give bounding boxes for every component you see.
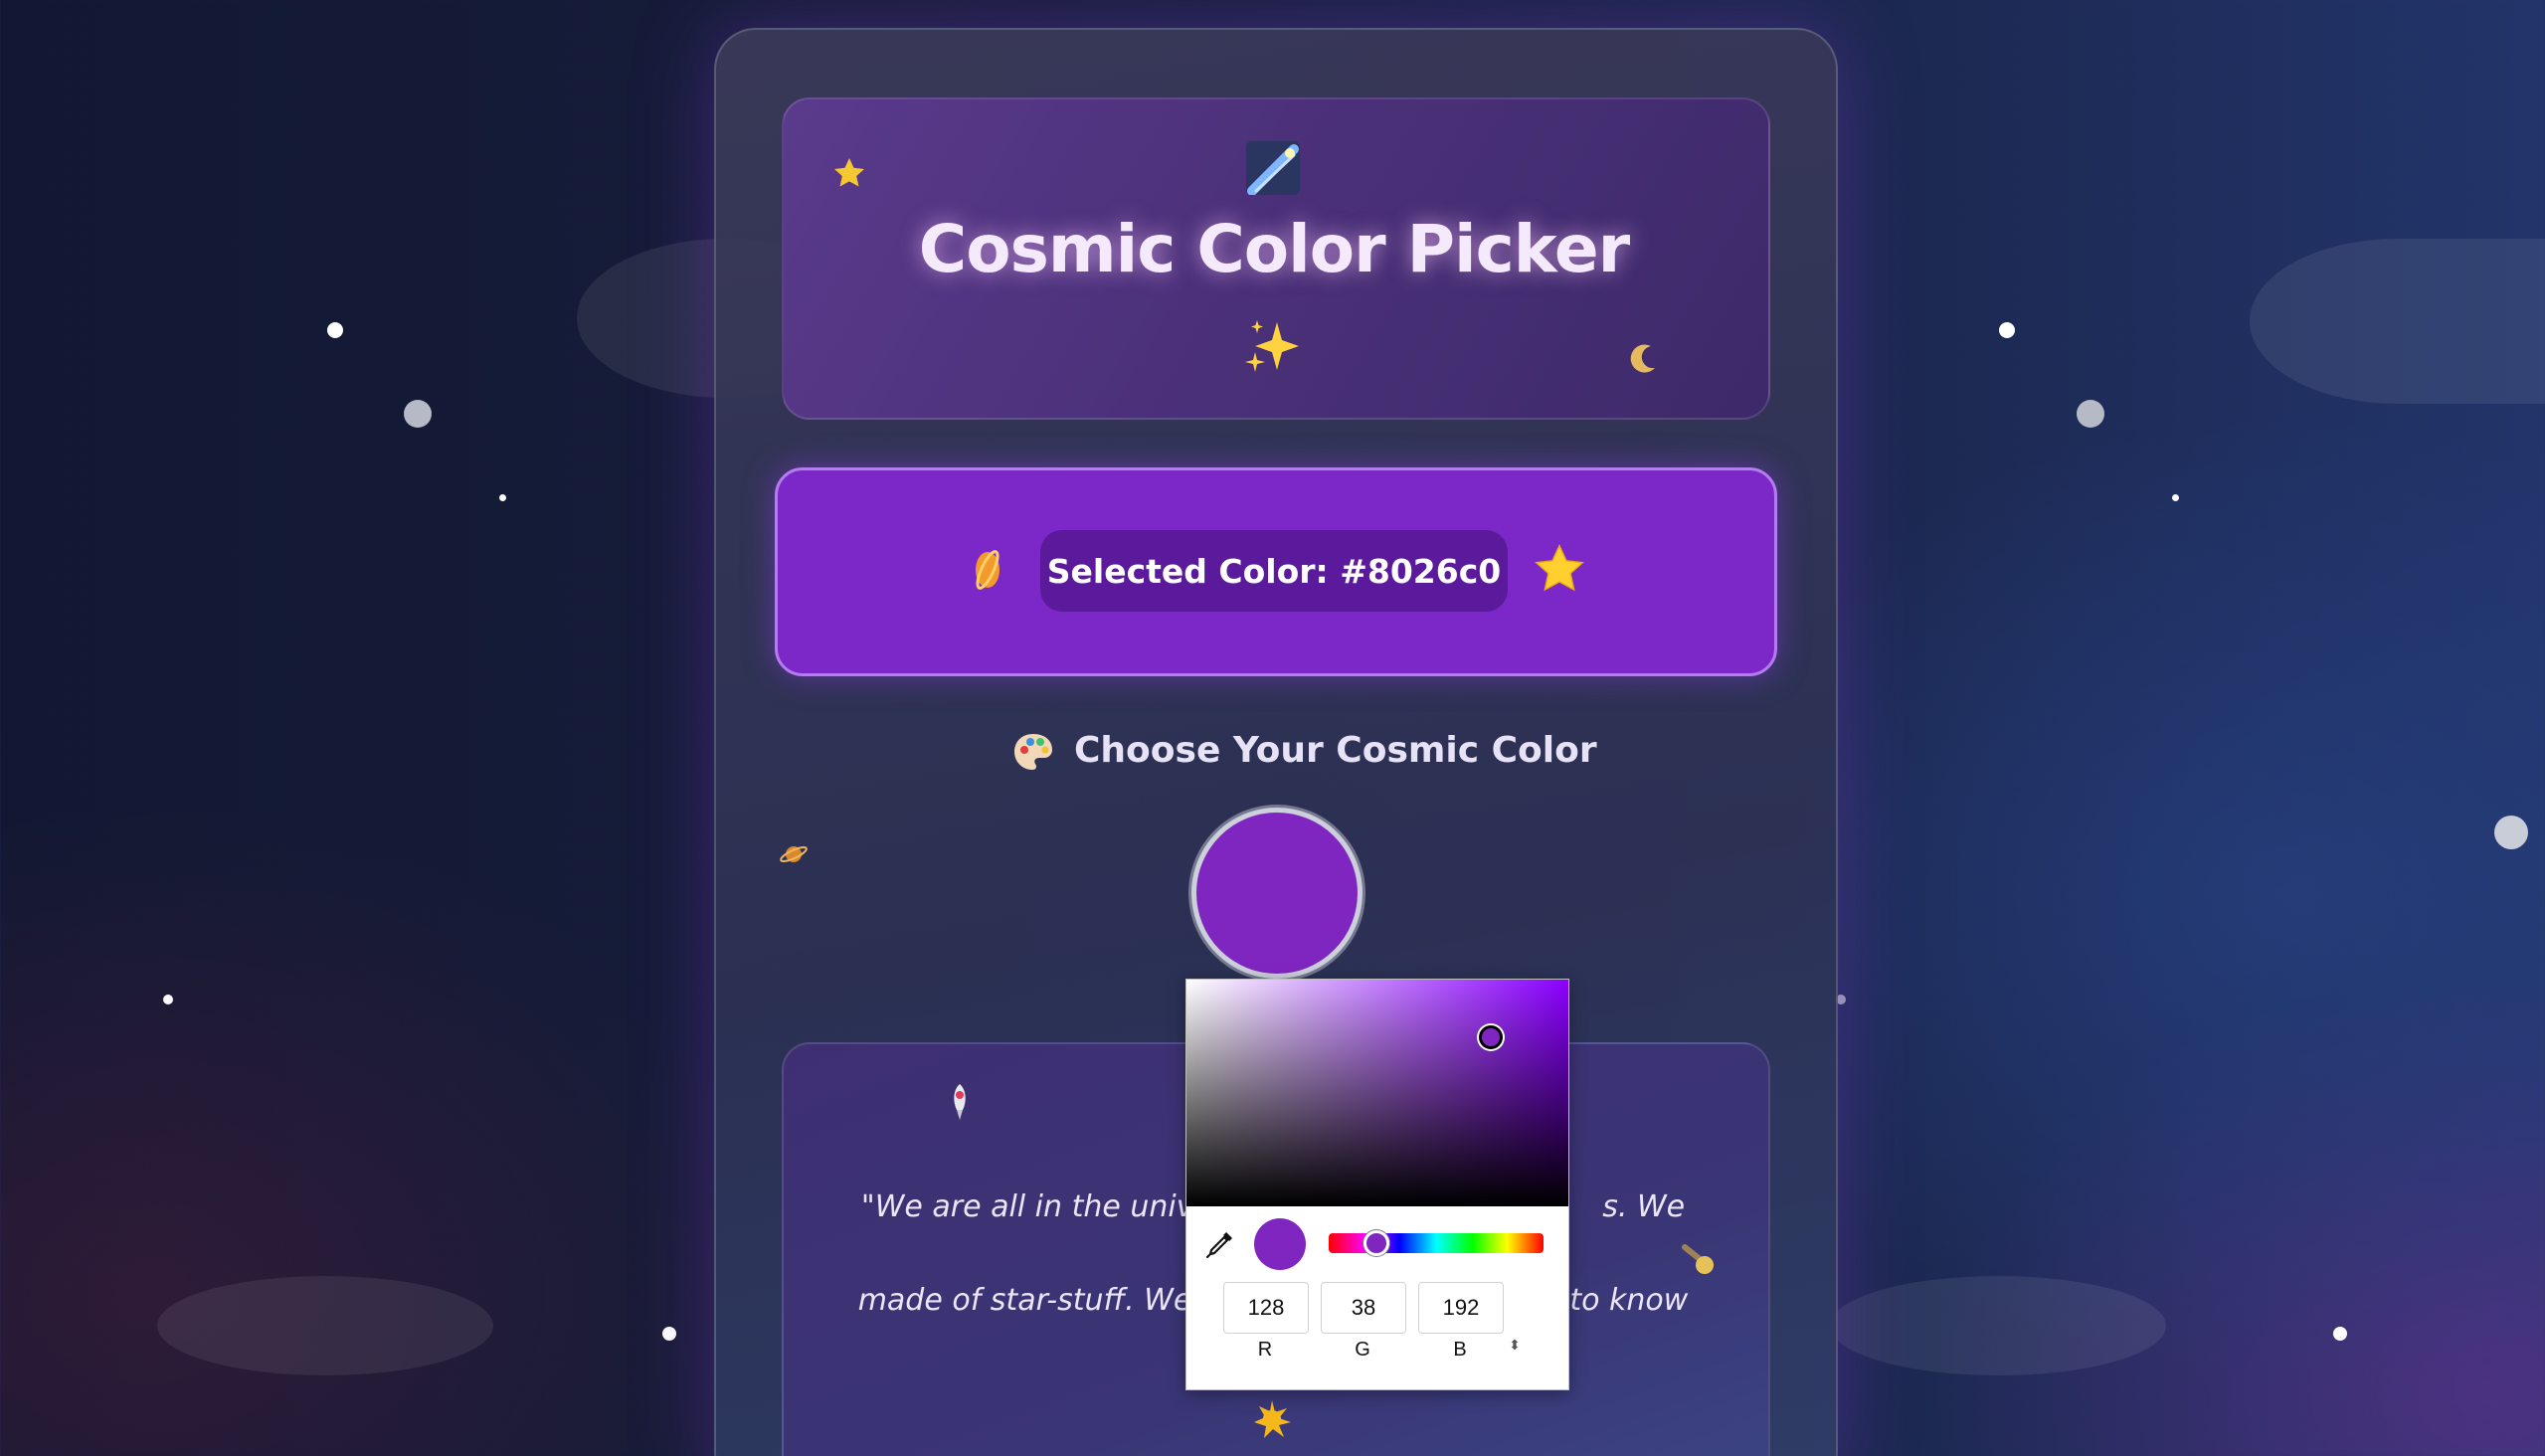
hue-slider-handle[interactable] — [1363, 1230, 1389, 1256]
bg-star — [2172, 494, 2179, 501]
ringed-planet-icon — [965, 543, 1010, 597]
page-title: Cosmic Color Picker — [918, 211, 1630, 287]
bg-star — [1999, 322, 2015, 338]
star-icon — [831, 155, 867, 191]
quote-line2-right: to know — [1569, 1283, 1689, 1318]
current-color-preview — [1254, 1218, 1306, 1270]
green-value-input[interactable]: 38 — [1321, 1282, 1406, 1334]
bg-star — [327, 322, 343, 338]
shooting-star-icon — [1246, 141, 1300, 196]
rocket-icon — [945, 1082, 975, 1122]
red-value-input[interactable]: 128 — [1223, 1282, 1309, 1334]
hue-slider[interactable] — [1329, 1233, 1544, 1253]
green-label: G — [1355, 1339, 1370, 1361]
red-label: R — [1257, 1339, 1273, 1361]
bg-cloud — [2250, 239, 2545, 404]
bg-star — [2077, 400, 2104, 428]
palette-icon — [1010, 730, 1056, 776]
sparkles-icon — [1243, 316, 1303, 376]
bg-star — [404, 400, 432, 428]
saturation-value-area[interactable] — [1186, 980, 1568, 1206]
color-picker-popup: 128 38 192 R G B ⬍ — [1185, 979, 1569, 1390]
bg-star — [163, 995, 173, 1004]
selected-color-label: Selected Color: #8026c0 — [1040, 530, 1508, 612]
bg-star — [2494, 816, 2528, 849]
color-mode-toggle[interactable]: ⬍ — [1505, 1338, 1525, 1362]
quote-line1-left: "We are all in the univer — [860, 1189, 1225, 1224]
eyedropper-icon[interactable] — [1204, 1228, 1236, 1260]
bg-star — [2333, 1327, 2347, 1341]
choose-color-label: Choose Your Cosmic Color — [1074, 730, 1597, 771]
quote-line2-left: made of star-stuff. We — [857, 1283, 1192, 1318]
bg-cloud — [157, 1276, 493, 1375]
saturation-value-handle[interactable] — [1479, 1025, 1503, 1049]
bg-star — [499, 494, 506, 501]
crescent-moon-icon — [1625, 342, 1659, 376]
star-icon — [1532, 541, 1587, 597]
blue-label: B — [1453, 1339, 1467, 1361]
comet-icon — [1681, 1243, 1717, 1277]
color-input-swatch[interactable] — [1191, 808, 1363, 979]
blue-value-input[interactable]: 192 — [1418, 1282, 1504, 1334]
ringed-planet-icon — [779, 839, 809, 869]
glowing-star-icon — [1251, 1398, 1293, 1440]
bg-cloud — [1830, 1276, 2166, 1375]
bg-star — [662, 1327, 676, 1341]
